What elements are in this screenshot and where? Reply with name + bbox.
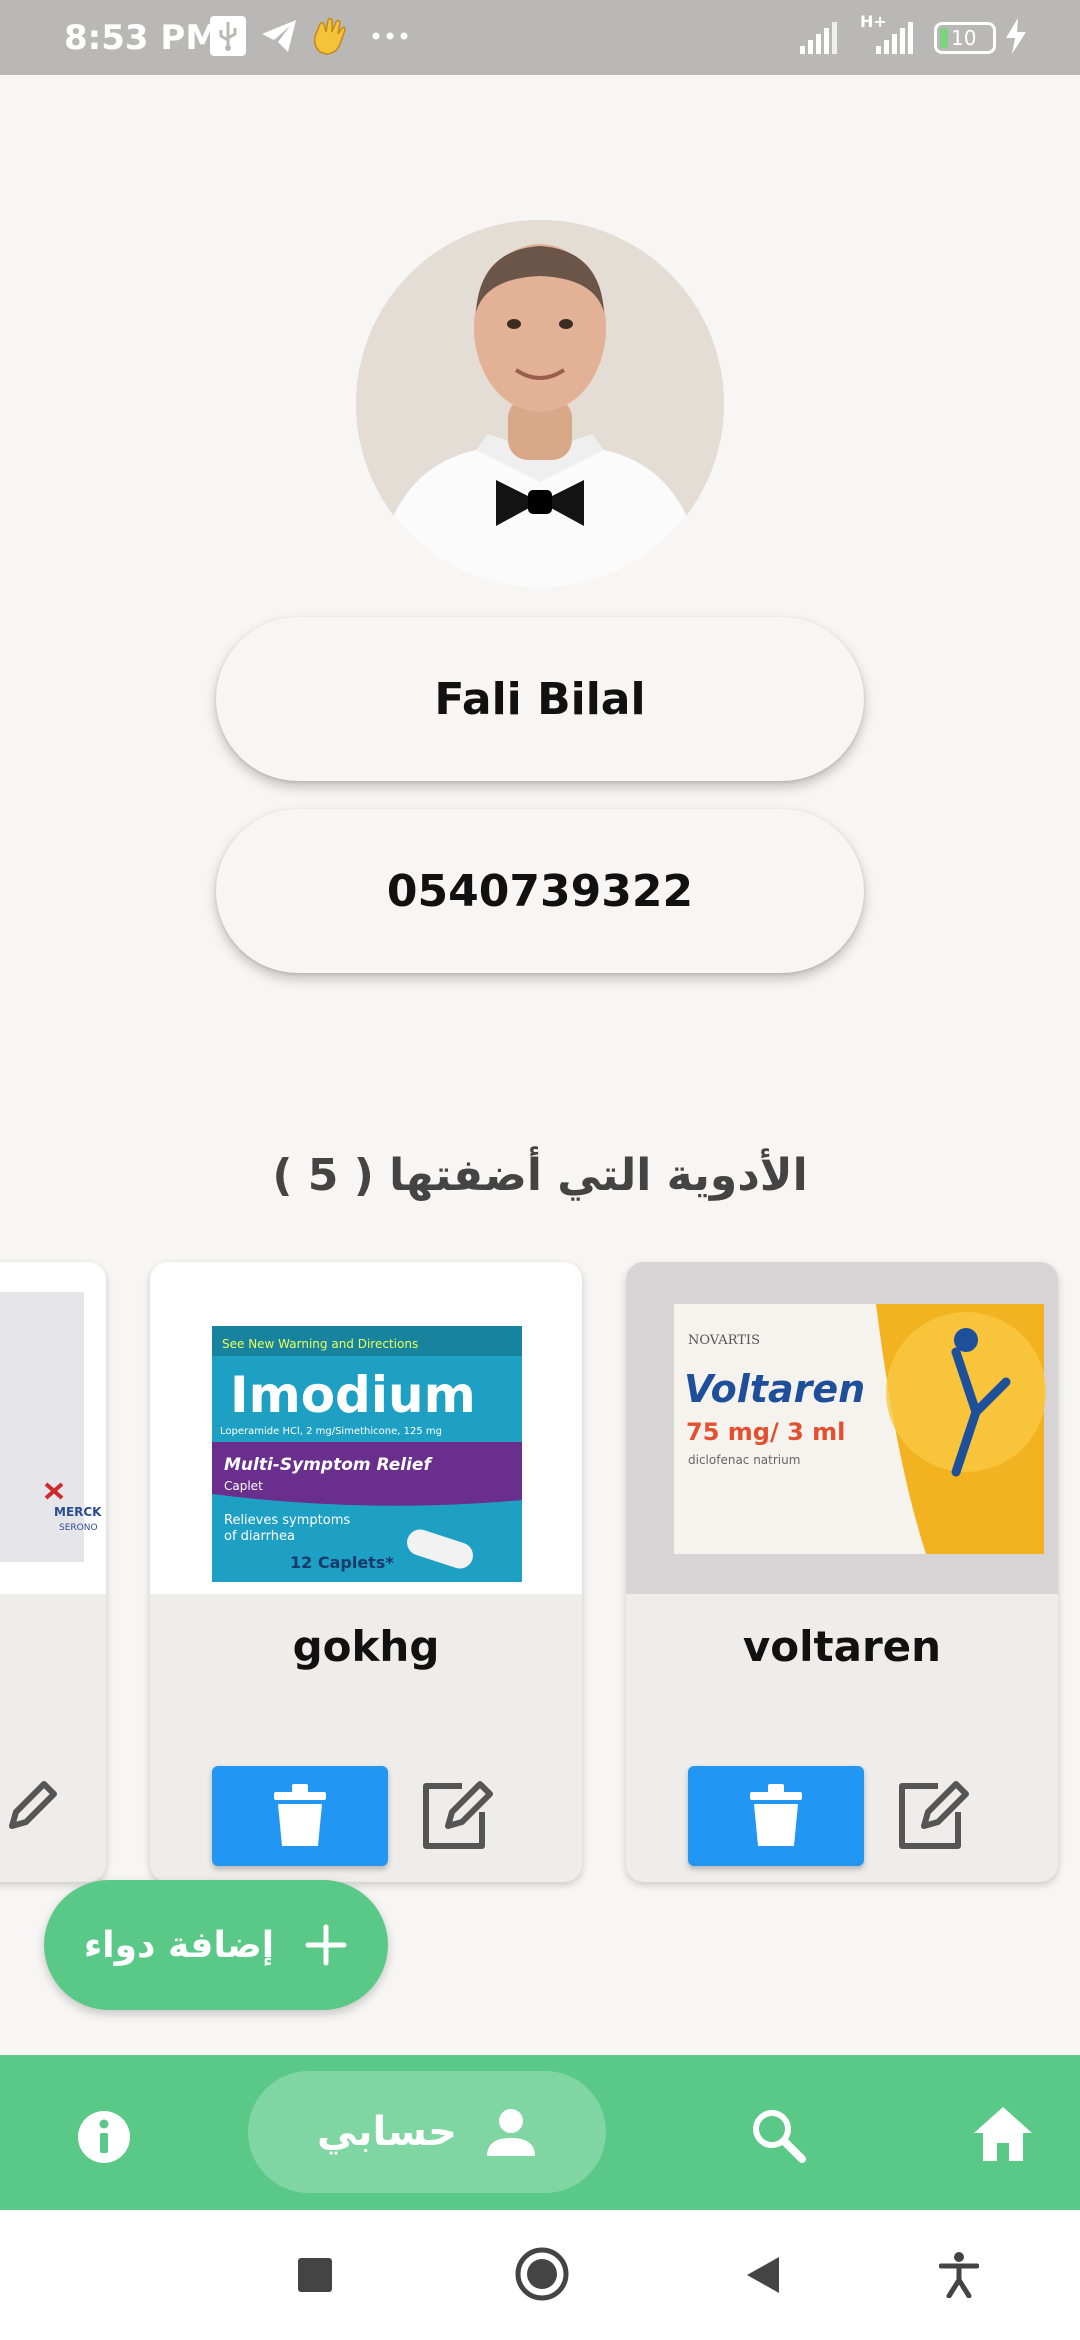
signal-2-icon (876, 22, 913, 54)
battery-level: 10 (951, 26, 977, 50)
edit-icon (9, 1781, 57, 1829)
battery-icon: 10 (934, 22, 996, 54)
back-triangle-icon (747, 2257, 779, 2293)
profile-phone-field[interactable]: 0540739322 (216, 809, 864, 973)
status-time: 8:53 PM (64, 18, 220, 58)
edit-button[interactable] (414, 1774, 498, 1858)
svg-text:NOVARTIS: NOVARTIS (688, 1333, 760, 1348)
nav-home[interactable] (972, 2105, 1034, 2163)
svg-text:MERCK: MERCK (54, 1505, 102, 1519)
circle-icon (515, 2247, 569, 2301)
nav-search[interactable] (746, 2103, 810, 2167)
profile-phone: 0540739322 (386, 865, 694, 917)
svg-text:Caplet: Caplet (224, 1479, 263, 1493)
home-icon (974, 2107, 1032, 2161)
square-icon (298, 2258, 332, 2292)
merck-box-image: MERCK SERONO (0, 1262, 106, 1594)
svg-text:SERONO: SERONO (59, 1523, 98, 1533)
medicines-section-title: الأدوية التي أضفتها ( 5 ) (272, 1150, 808, 1201)
telegram-icon (262, 20, 296, 52)
search-icon (753, 2110, 806, 2163)
imodium-box-image: See New Warning and Directions Imodium L… (150, 1262, 582, 1594)
info-icon (78, 2111, 130, 2163)
signal-icon (800, 22, 837, 54)
add-medicine-label: إضافة دواء (83, 1924, 275, 1966)
trash-icon (274, 1784, 326, 1846)
delete-button[interactable] (688, 1766, 864, 1866)
svg-text:of diarrhea: of diarrhea (224, 1529, 295, 1544)
more-dots-icon (372, 32, 408, 40)
system-navigation-bar (0, 2210, 1080, 2340)
svg-text:Imodium: Imodium (230, 1366, 476, 1424)
recents-button[interactable] (290, 2250, 340, 2300)
medicine-card[interactable]: MERCK SERONO (0, 1262, 106, 1882)
nav-profile[interactable]: حسابي (248, 2071, 606, 2193)
edit-button[interactable] (0, 1774, 62, 1858)
usb-icon (210, 16, 246, 56)
person-icon (487, 2109, 536, 2156)
edit-icon (423, 1781, 493, 1849)
svg-text:75 mg/ 3 ml: 75 mg/ 3 ml (686, 1418, 845, 1446)
svg-text:Relieves symptoms: Relieves symptoms (224, 1513, 350, 1528)
home-system-button[interactable] (514, 2246, 570, 2302)
waving-hand-icon (313, 17, 346, 55)
medicine-name: voltaren (742, 1622, 942, 1671)
accessibility-button[interactable] (934, 2250, 984, 2300)
medicine-name: gokhg (292, 1622, 440, 1671)
back-button[interactable] (738, 2250, 788, 2300)
profile-name: Fali Bilal (434, 673, 646, 725)
voltaren-box-image: NOVARTIS Voltaren 75 mg/ 3 ml diclofenac… (626, 1262, 1058, 1594)
profile-photo (356, 220, 724, 588)
edit-button[interactable] (890, 1774, 974, 1858)
nav-info[interactable] (74, 2107, 134, 2167)
medicine-card[interactable]: See New Warning and Directions Imodium L… (150, 1262, 582, 1882)
svg-text:Voltaren: Voltaren (684, 1367, 865, 1411)
svg-text:diclofenac natrium: diclofenac natrium (688, 1453, 800, 1467)
svg-text:Loperamide HCl, 2 mg/Simethico: Loperamide HCl, 2 mg/Simethicone, 125 mg (220, 1426, 442, 1437)
svg-text:Multi-Symptom Relief: Multi-Symptom Relief (224, 1455, 433, 1475)
plus-icon (305, 1924, 347, 1966)
bottom-navigation: حسابي (0, 2055, 1080, 2210)
profile-avatar (356, 220, 724, 588)
profile-name-field[interactable]: Fali Bilal (216, 617, 864, 781)
svg-text:12 Caplets*: 12 Caplets* (290, 1553, 394, 1572)
trash-icon (750, 1784, 802, 1846)
delete-button[interactable] (212, 1766, 388, 1866)
status-bar: 8:53 PM H+ 10 (0, 0, 1080, 75)
medicine-card[interactable]: NOVARTIS Voltaren 75 mg/ 3 ml diclofenac… (626, 1262, 1058, 1882)
accessibility-icon (939, 2252, 979, 2298)
app-screen: 8:53 PM H+ 10 Fali Bilal 0540739322 الأد… (0, 0, 1080, 2340)
charging-bolt-icon (1006, 18, 1026, 54)
svg-text:See New Warning and Directions: See New Warning and Directions (222, 1337, 418, 1351)
add-medicine-button[interactable]: إضافة دواء (44, 1880, 388, 2010)
nav-profile-label: حسابي (316, 2109, 458, 2155)
edit-icon (899, 1781, 969, 1849)
